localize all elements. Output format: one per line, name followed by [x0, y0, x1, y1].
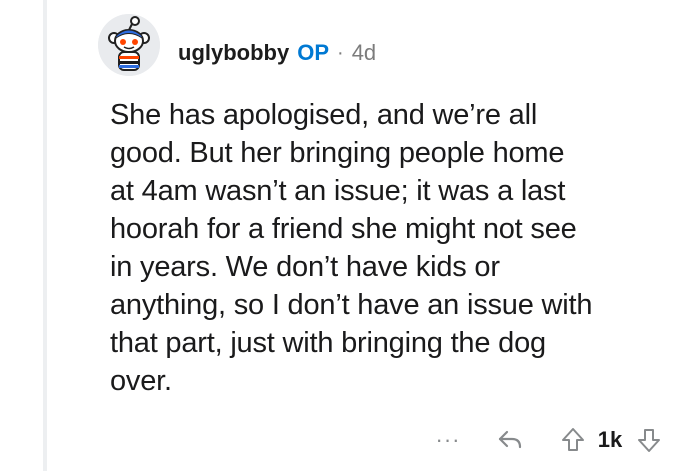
username-link[interactable]: uglybobby: [178, 40, 289, 66]
vote-score: 1k: [597, 427, 623, 452]
comment-body: She has apologised, and we’re all good. …: [110, 99, 593, 397]
more-options-icon: ···: [435, 427, 461, 452]
comment-actions: ··· 1k: [0, 420, 700, 460]
comment-age: 4d: [351, 40, 377, 65]
reply-arrow-icon: [498, 430, 522, 449]
thread-line[interactable]: [43, 0, 47, 471]
reply-button[interactable]: [492, 420, 528, 460]
user-avatar[interactable]: [98, 14, 160, 76]
upvote-arrow-icon: [562, 428, 584, 451]
meta-separator: ·: [337, 41, 344, 64]
op-badge: OP: [297, 40, 330, 65]
comment-header: uglybobby OP · 4d: [178, 36, 376, 70]
downvote-arrow-icon: [638, 429, 660, 452]
snoo-avatar-icon: [98, 14, 160, 76]
more-options-button[interactable]: ···: [432, 420, 464, 460]
upvote-button[interactable]: [556, 420, 590, 460]
downvote-button[interactable]: [632, 420, 666, 460]
